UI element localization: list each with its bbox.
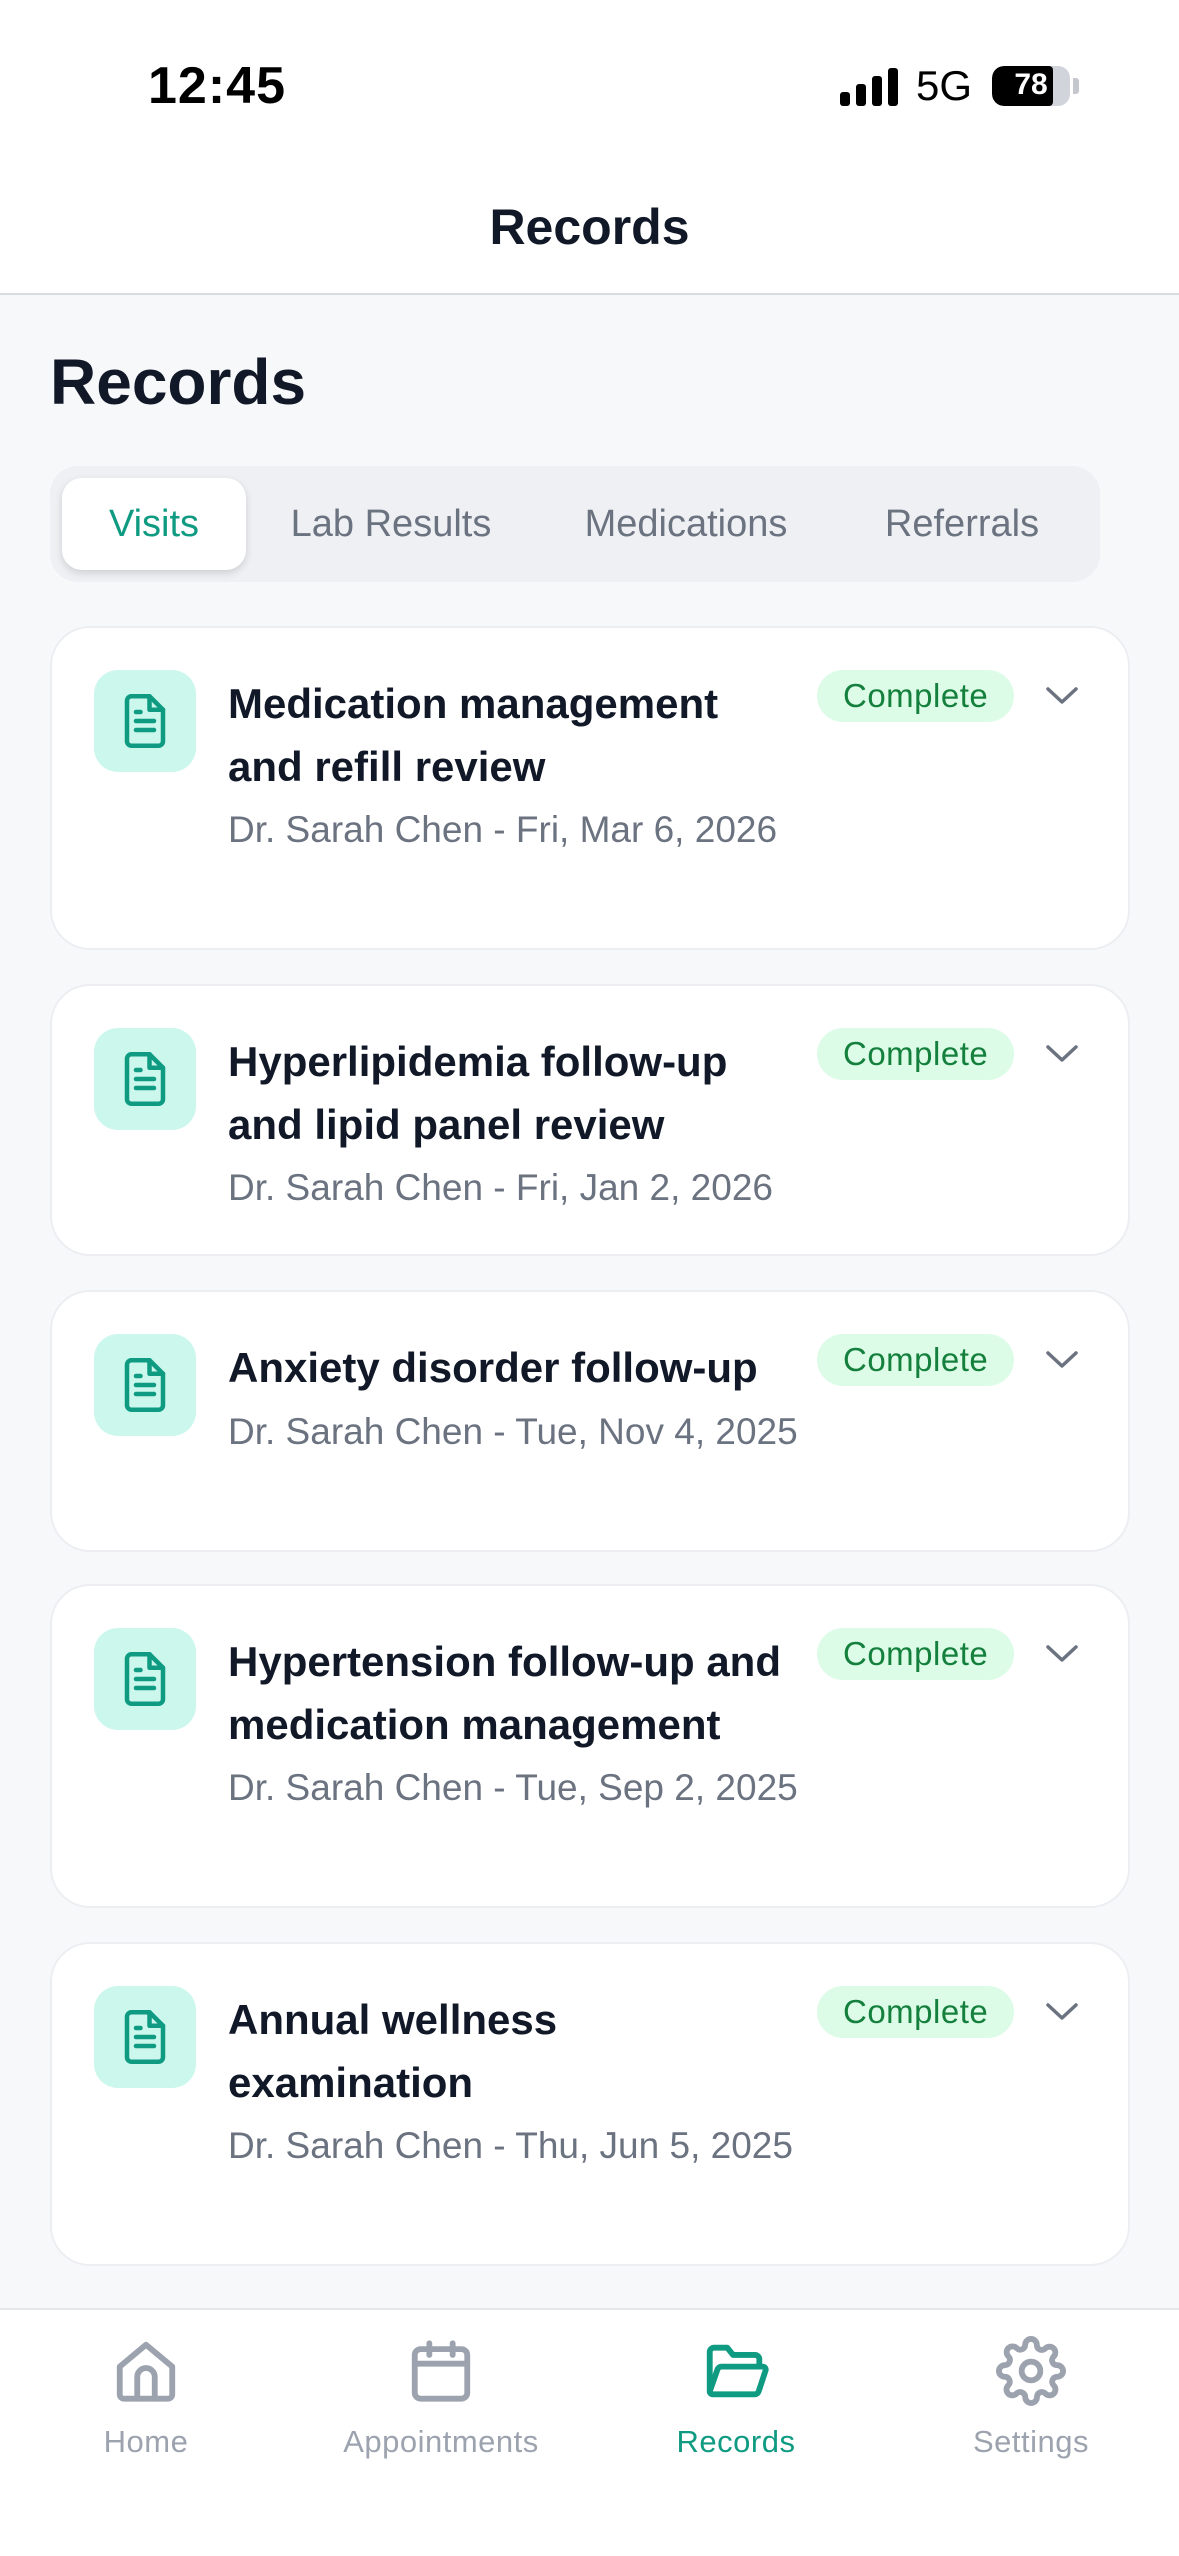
record-title: Medication management and refill review — [228, 680, 719, 790]
home-icon — [16, 2332, 276, 2410]
nav-title: Records — [489, 198, 690, 255]
tab-medications[interactable]: Medications — [536, 478, 836, 570]
battery-tip — [1073, 78, 1079, 94]
chevron-down-icon[interactable] — [1042, 676, 1082, 716]
tab-bar-label: Home — [103, 2424, 189, 2459]
status-badge: Complete — [817, 1028, 1015, 1080]
status-badge: Complete — [817, 1628, 1015, 1680]
nav-bar: Records — [0, 160, 1179, 295]
record-subtitle: Dr. Sarah Chen - Thu, Jun 5, 2025 — [228, 2125, 793, 2166]
status-badge: Complete — [817, 670, 1015, 722]
record-subtitle: Dr. Sarah Chen - Fri, Mar 6, 2026 — [228, 809, 778, 850]
status-bar: 12:45 5G 78 — [0, 0, 1179, 160]
record-subtitle: Dr. Sarah Chen - Fri, Jan 2, 2026 — [228, 1167, 773, 1208]
battery-percent: 78 — [1014, 68, 1048, 101]
chevron-down-icon[interactable] — [1042, 1340, 1082, 1380]
chevron-down-icon[interactable] — [1042, 1992, 1082, 2032]
record-card[interactable]: Annual wellness examination Dr. Sarah Ch… — [50, 1942, 1130, 2266]
status-time: 12:45 — [148, 57, 286, 115]
bottom-tab-bar: Home Appointments Records Settings — [0, 2308, 1179, 2556]
record-card[interactable]: Hyperlipidemia follow-up and lipid panel… — [50, 984, 1130, 1256]
status-indicators: 5G 78 — [839, 62, 1079, 110]
folder-icon — [606, 2332, 866, 2410]
records-tabs: Visits Lab Results Medications Referrals — [50, 466, 1100, 582]
document-icon — [94, 670, 196, 772]
tab-bar-label: Records — [676, 2424, 796, 2459]
record-card[interactable]: Anxiety disorder follow-up Dr. Sarah Che… — [50, 1290, 1130, 1552]
network-label: 5G — [915, 62, 972, 109]
record-title: Annual wellness examination — [228, 1996, 558, 2106]
tab-bar-appointments[interactable]: Appointments — [311, 2332, 571, 2460]
tab-visits[interactable]: Visits — [62, 478, 246, 570]
document-icon — [94, 1986, 196, 2088]
tab-bar-home[interactable]: Home — [16, 2332, 276, 2460]
tab-bar-settings[interactable]: Settings — [901, 2332, 1161, 2460]
gear-icon — [901, 2332, 1161, 2410]
document-icon — [94, 1334, 196, 1436]
page-title: Records — [50, 346, 307, 418]
tab-referrals[interactable]: Referrals — [836, 478, 1088, 570]
screen: 12:45 5G 78 Records Records Visits Lab R… — [0, 0, 1179, 2556]
tab-bar-label: Settings — [972, 2424, 1089, 2459]
status-badge: Complete — [817, 1986, 1015, 2038]
battery-icon: 78 — [992, 66, 1070, 106]
tab-bar-records[interactable]: Records — [606, 2332, 866, 2460]
record-card[interactable]: Hypertension follow-up and medication ma… — [50, 1584, 1130, 1908]
document-icon — [94, 1628, 196, 1730]
status-badge: Complete — [817, 1334, 1015, 1386]
record-title: Hyperlipidemia follow-up and lipid panel… — [228, 1038, 728, 1148]
tab-lab-results[interactable]: Lab Results — [246, 478, 536, 570]
record-subtitle: Dr. Sarah Chen - Tue, Sep 2, 2025 — [228, 1767, 798, 1808]
calendar-icon — [311, 2332, 571, 2410]
chevron-down-icon[interactable] — [1042, 1634, 1082, 1674]
record-subtitle: Dr. Sarah Chen - Tue, Nov 4, 2025 — [228, 1411, 798, 1452]
signal-icon — [839, 66, 898, 106]
tab-bar-label: Appointments — [343, 2424, 539, 2459]
record-title: Anxiety disorder follow-up — [228, 1344, 758, 1391]
chevron-down-icon[interactable] — [1042, 1034, 1082, 1074]
record-title: Hypertension follow-up and medication ma… — [228, 1638, 781, 1748]
document-icon — [94, 1028, 196, 1130]
record-card[interactable]: Medication management and refill review … — [50, 626, 1130, 950]
